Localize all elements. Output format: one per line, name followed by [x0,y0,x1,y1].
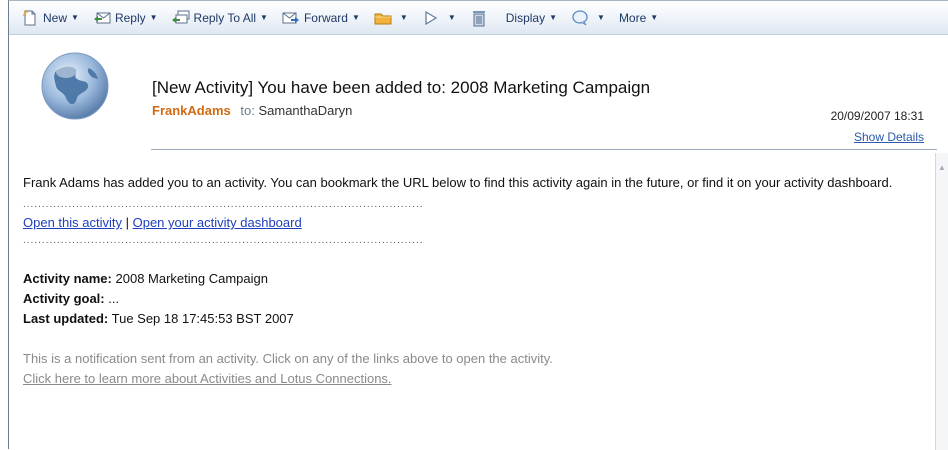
chevron-down-icon: ▼ [399,13,408,22]
activity-goal-label: Activity goal: [23,291,105,306]
activity-name-label: Activity name: [23,271,112,286]
trash-icon [470,9,488,27]
new-icon [21,9,39,27]
notification-text: This is a notification sent from an acti… [23,351,553,366]
activity-name-value: 2008 Marketing Campaign [115,271,268,286]
scroll-up-icon[interactable]: ▲ [938,163,946,172]
chevron-down-icon: ▼ [260,13,268,22]
dotted-divider: ........................................… [23,199,423,210]
reply-button[interactable]: Reply ▼ [89,6,162,30]
forward-label: Forward [303,10,348,25]
activity-name-row: Activity name: 2008 Marketing Campaign [23,269,923,289]
delete-button[interactable] [466,6,496,30]
chat-button[interactable]: ▼ [567,6,609,30]
message-body: Frank Adams has added you to an activity… [23,173,923,389]
show-details-link[interactable]: Show Details [854,130,924,144]
flag-icon [422,9,440,27]
to-label: to: [240,103,255,118]
flag-button[interactable]: ▼ [418,6,460,30]
reply-icon [93,9,111,27]
last-updated-row: Last updated: Tue Sep 18 17:45:53 BST 20… [23,309,923,329]
reply-all-icon [171,9,190,27]
new-label: New [43,10,68,25]
last-updated-value: Tue Sep 18 17:45:53 BST 2007 [111,311,294,326]
vertical-scrollbar[interactable]: ▲ [935,153,948,450]
chat-icon [571,9,589,27]
forward-button[interactable]: Forward ▼ [278,6,364,30]
message-header: [New Activity] You have been added to: 2… [9,36,948,151]
forward-icon [282,9,300,27]
reply-all-label: Reply To All [193,10,257,25]
chevron-down-icon: ▼ [597,13,605,22]
link-separator: | [122,215,133,230]
mail-window: New ▼ Reply ▼ Reply To All ▼ Forward ▼ ▼… [8,0,948,450]
last-updated-label: Last updated: [23,311,109,326]
intro-text: Frank Adams has added you to an activity… [23,175,893,190]
chevron-down-icon: ▼ [71,13,79,22]
more-button[interactable]: More ▼ [615,6,662,30]
chevron-down-icon: ▼ [549,13,558,22]
mail-toolbar: New ▼ Reply ▼ Reply To All ▼ Forward ▼ ▼… [9,1,948,35]
more-label: More [618,10,647,25]
globe-icon [39,50,111,122]
learn-more-link[interactable]: Click here to learn more about Activitie… [23,371,392,386]
chevron-down-icon: ▼ [351,13,360,22]
display-button[interactable]: Display ▼ [502,6,561,30]
learn-more-row: Click here to learn more about Activitie… [23,369,923,389]
activity-goal-value: ... [108,291,120,306]
header-divider [151,149,937,150]
reply-label: Reply [114,10,146,25]
message-date: 20/09/2007 18:31 [830,109,924,123]
open-activity-link[interactable]: Open this activity [23,215,122,230]
chevron-down-icon: ▼ [149,13,158,22]
new-button[interactable]: New ▼ [17,6,83,30]
folder-button[interactable]: ▼ [370,6,412,30]
folder-icon [374,9,392,27]
sender-line: FrankAdams to: SamanthaDaryn [152,103,352,118]
dotted-divider: ........................................… [23,235,423,246]
recipient-name[interactable]: SamanthaDaryn [258,103,352,118]
chevron-down-icon: ▼ [447,13,456,22]
display-label: Display [505,10,546,25]
chevron-down-icon: ▼ [650,13,659,22]
message-subject: [New Activity] You have been added to: 2… [152,78,651,97]
reply-all-button[interactable]: Reply To All ▼ [168,6,272,30]
sender-name[interactable]: FrankAdams [152,103,231,118]
activity-goal-row: Activity goal: ... [23,289,923,309]
activity-links: Open this activity | Open your activity … [23,213,923,233]
open-dashboard-link[interactable]: Open your activity dashboard [133,215,302,230]
